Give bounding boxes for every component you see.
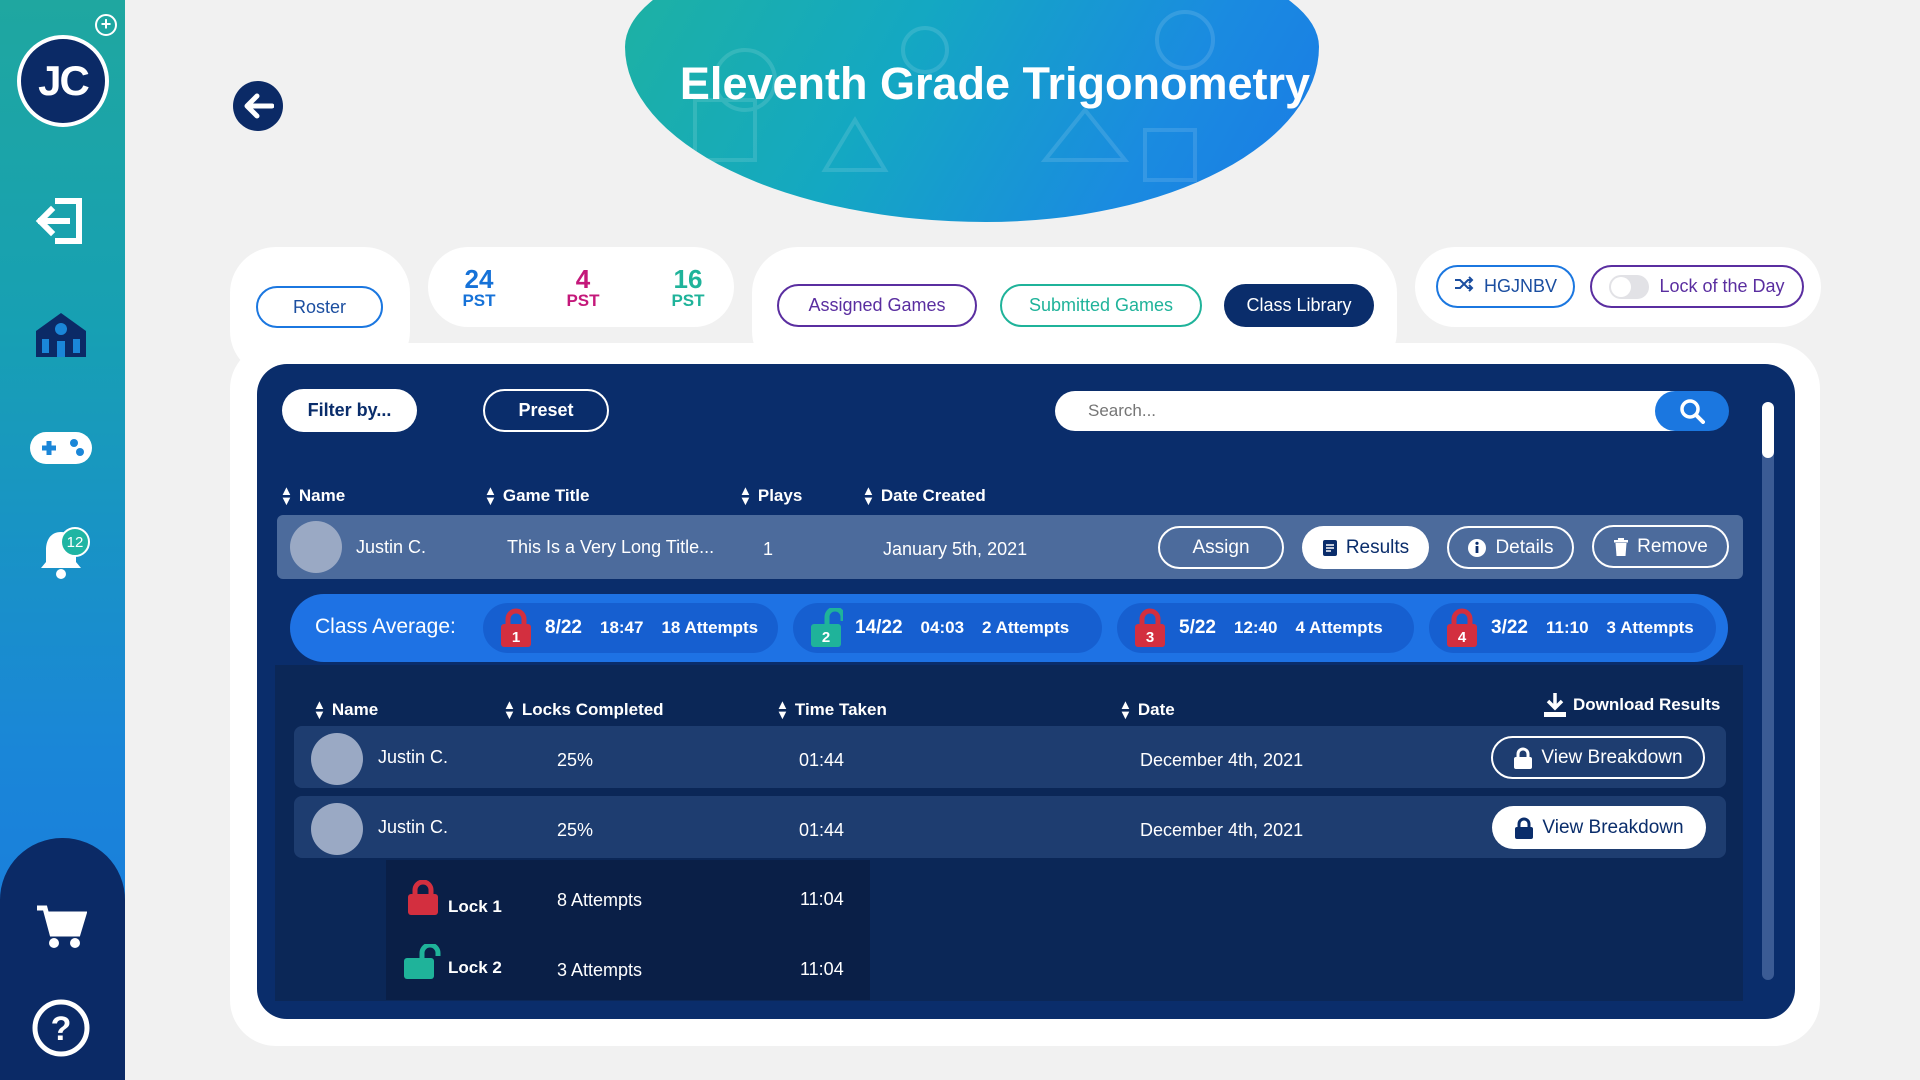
- row-name: Justin C.: [356, 537, 427, 557]
- row-game-title: This Is a Very Long Title...: [507, 537, 715, 557]
- result-date: December 4th, 2021: [1140, 750, 1304, 770]
- notification-badge: 12: [60, 527, 90, 557]
- row-plays: 1: [763, 539, 774, 559]
- breakdown-attempts: 3 Attempts: [557, 960, 643, 980]
- svg-text:?: ?: [51, 1010, 72, 1048]
- stat-24: 24 PST: [462, 264, 496, 310]
- results-button[interactable]: Results: [1302, 526, 1429, 569]
- avatar: [290, 521, 342, 573]
- col-locks-completed[interactable]: ▲ ▼ Locks Completed: [503, 697, 664, 722]
- breakdown-attempts: 8 Attempts: [557, 890, 643, 910]
- class-average-label: Class Average:: [315, 615, 456, 638]
- scrollbar-track[interactable]: [1762, 402, 1774, 980]
- lock-icon: [1515, 817, 1534, 839]
- sort-icon: ▲ ▼: [739, 483, 752, 508]
- col-name[interactable]: ▲ ▼ Name: [280, 483, 345, 508]
- tab-assigned-games[interactable]: Assigned Games: [777, 284, 977, 327]
- document-icon: [1322, 539, 1337, 556]
- lock-of-day-label: Lock of the Day: [1659, 276, 1785, 296]
- search-icon: [1680, 399, 1705, 424]
- help-icon[interactable]: ?: [28, 999, 94, 1057]
- roster-button[interactable]: Roster: [256, 286, 383, 328]
- tab-class-library[interactable]: Class Library: [1224, 284, 1374, 327]
- add-icon[interactable]: +: [95, 14, 117, 36]
- class-code-label: HGJNBV: [1483, 276, 1557, 296]
- breakdown-lock-label: Lock 1: [448, 897, 502, 916]
- lock-of-day-toggle[interactable]: Lock of the Day: [1590, 265, 1804, 308]
- lock-average-4: 4 3/22 11:10 3 Attempts: [1429, 603, 1716, 653]
- view-breakdown-button[interactable]: View Breakdown: [1491, 736, 1705, 779]
- gamepad-icon[interactable]: [28, 420, 94, 476]
- col-date[interactable]: ▲ ▼ Date: [1119, 697, 1175, 722]
- tab-submitted-games[interactable]: Submitted Games: [1000, 284, 1202, 327]
- lock-closed-icon: [406, 879, 440, 921]
- school-icon[interactable]: [28, 306, 94, 362]
- toggle-switch[interactable]: [1609, 274, 1650, 299]
- view-breakdown-button[interactable]: View Breakdown: [1492, 806, 1706, 849]
- assign-button[interactable]: Assign: [1158, 526, 1284, 569]
- col-game-title[interactable]: ▲ ▼ Game Title: [484, 483, 590, 508]
- sort-icon: ▲ ▼: [862, 483, 875, 508]
- back-button[interactable]: [233, 81, 283, 131]
- trash-icon: [1614, 537, 1629, 556]
- sort-icon: ▲ ▼: [1119, 697, 1132, 722]
- page-title: Eleventh Grade Trigonometry: [679, 58, 1311, 109]
- sort-icon: ▲ ▼: [484, 483, 497, 508]
- cart-icon[interactable]: [28, 898, 94, 954]
- lock-average-1: 1 8/22 18:47 18 Attempts: [483, 603, 778, 653]
- lock-closed-icon: 1: [499, 608, 533, 648]
- breakdown-time: 11:04: [800, 889, 844, 909]
- result-time: 01:44: [799, 820, 845, 840]
- avatar: [311, 803, 363, 855]
- logout-icon[interactable]: [28, 193, 94, 249]
- result-locks: 25%: [557, 820, 594, 840]
- stat-4: 4 PST: [566, 264, 600, 310]
- sort-icon: ▲ ▼: [313, 697, 326, 722]
- lock-average-3: 3 5/22 12:40 4 Attempts: [1117, 603, 1414, 653]
- col-plays[interactable]: ▲ ▼ Plays: [739, 483, 802, 508]
- class-code-button[interactable]: HGJNBV: [1436, 265, 1575, 308]
- sort-icon: ▲ ▼: [503, 697, 516, 722]
- lock-open-icon: 2: [809, 606, 846, 648]
- lock-closed-icon: 4: [1445, 608, 1479, 648]
- result-locks: 25%: [557, 750, 594, 770]
- result-name: Justin C.: [378, 817, 449, 837]
- download-results-button[interactable]: Download Results: [1543, 692, 1720, 718]
- lock-average-2: 2 14/22 04:03 2 Attempts: [793, 603, 1102, 653]
- lock-open-icon: [402, 942, 442, 985]
- lock-closed-icon: 3: [1133, 608, 1167, 648]
- download-icon: [1544, 693, 1566, 717]
- lock-icon: [1514, 747, 1533, 769]
- details-button[interactable]: Details: [1447, 526, 1574, 569]
- avatar: [311, 733, 363, 785]
- search-button[interactable]: [1655, 391, 1729, 431]
- col-time-taken[interactable]: ▲ ▼ Time Taken: [776, 697, 887, 722]
- breakdown-time: 11:04: [800, 959, 844, 979]
- sort-icon: ▲ ▼: [776, 697, 789, 722]
- col-date-created[interactable]: ▲ ▼ Date Created: [862, 483, 986, 508]
- result-time: 01:44: [799, 750, 845, 770]
- avatar[interactable]: JC: [17, 35, 109, 127]
- shuffle-icon: [1454, 276, 1474, 297]
- result-date: December 4th, 2021: [1140, 820, 1304, 840]
- stat-16: 16 PST: [671, 264, 705, 310]
- breakdown-lock-label: Lock 2: [448, 958, 502, 977]
- filter-button[interactable]: Filter by...: [282, 389, 417, 432]
- col-result-name[interactable]: ▲ ▼ Name: [313, 697, 378, 722]
- info-icon: [1468, 538, 1487, 557]
- row-date-created: January 5th, 2021: [883, 539, 1028, 559]
- scrollbar-thumb[interactable]: [1762, 402, 1774, 458]
- sidebar: JC + 12 ?: [0, 0, 125, 1080]
- sort-icon: ▲ ▼: [280, 483, 293, 508]
- search-input[interactable]: [1055, 391, 1725, 431]
- result-name: Justin C.: [378, 747, 449, 767]
- preset-button[interactable]: Preset: [483, 389, 609, 432]
- remove-button[interactable]: Remove: [1592, 525, 1729, 568]
